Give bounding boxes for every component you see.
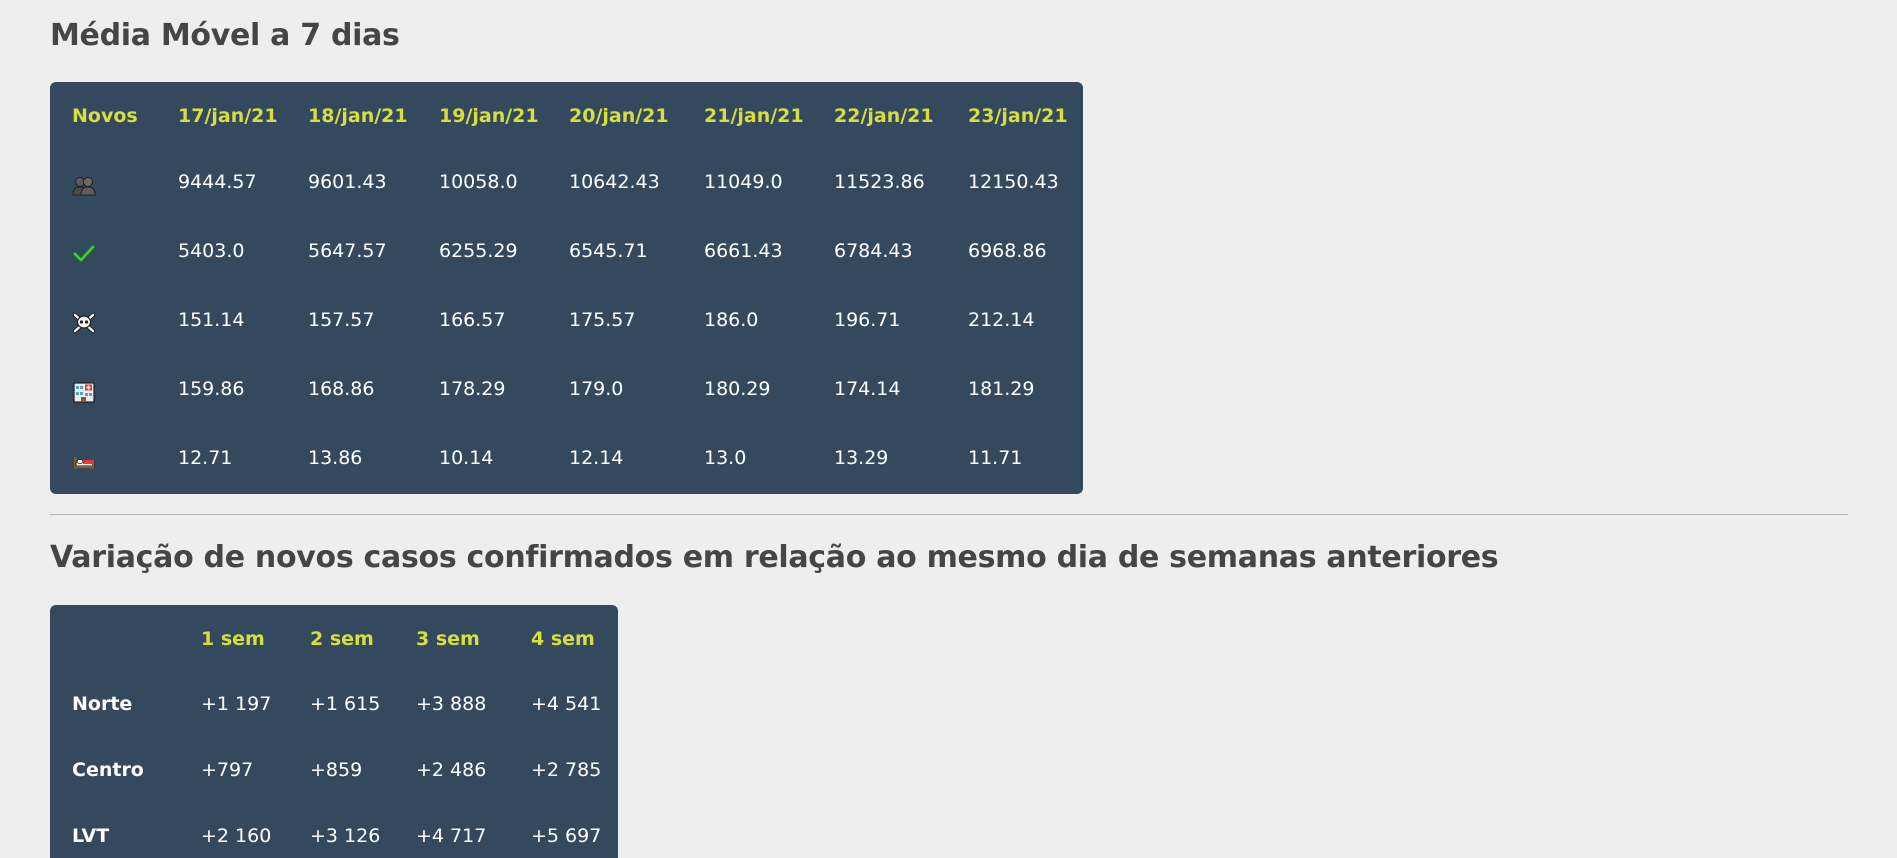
row-label-centro: Centro [72, 759, 144, 781]
bed-icon [72, 449, 96, 473]
table-cell: 196.71 [834, 309, 901, 331]
table-cell: +2 160 [201, 825, 272, 847]
table-header-date: 23/jan/21 [968, 105, 1068, 127]
row-label-norte: Norte [72, 693, 133, 715]
table-cell: 6545.71 [569, 240, 648, 262]
table-cell: +2 486 [416, 759, 487, 781]
table-cell: 6661.43 [704, 240, 783, 262]
table-cell: 9601.43 [308, 171, 387, 193]
table-cell: +3 126 [310, 825, 381, 847]
table-cell: 13.0 [704, 447, 747, 469]
table-cell: 159.86 [178, 378, 245, 400]
variacao-table: 1 sem 2 sem 3 sem 4 sem Norte +1 197 +1 … [50, 605, 618, 858]
table-cell: +4 717 [416, 825, 487, 847]
table-header-novos: Novos [72, 105, 138, 127]
table-cell: +859 [310, 759, 363, 781]
section-title-variacao: Variação de novos casos confirmados em r… [50, 540, 1499, 575]
table-cell: +797 [201, 759, 254, 781]
table-cell: 12.71 [178, 447, 233, 469]
table-cell: 175.57 [569, 309, 636, 331]
table-cell: 5647.57 [308, 240, 387, 262]
table-cell: 9444.57 [178, 171, 257, 193]
table-header-date: 22/jan/21 [834, 105, 934, 127]
table-cell: +4 541 [531, 693, 602, 715]
table-cell: 10058.0 [439, 171, 518, 193]
table-cell: 6968.86 [968, 240, 1047, 262]
table-header-week: 2 sem [310, 628, 374, 650]
table-cell: 174.14 [834, 378, 901, 400]
table-cell: +2 785 [531, 759, 602, 781]
table-cell: 13.86 [308, 447, 363, 469]
table-header-week: 4 sem [531, 628, 595, 650]
page: Média Móvel a 7 dias Novos 17/jan/21 18/… [0, 0, 1897, 858]
table-cell: 10.14 [439, 447, 494, 469]
table-cell: +5 697 [531, 825, 602, 847]
table-cell: 166.57 [439, 309, 506, 331]
table-header-week: 1 sem [201, 628, 265, 650]
section-divider [50, 514, 1848, 515]
table-cell: 178.29 [439, 378, 506, 400]
section-title-media-movel: Média Móvel a 7 dias [50, 18, 400, 53]
table-cell: +1 197 [201, 693, 272, 715]
table-header-date: 19/jan/21 [439, 105, 539, 127]
table-cell: 180.29 [704, 378, 771, 400]
table-cell: 12150.43 [968, 171, 1059, 193]
table-header-date: 18/jan/21 [308, 105, 408, 127]
hospital-icon [72, 380, 96, 404]
table-cell: 186.0 [704, 309, 759, 331]
table-cell: 151.14 [178, 309, 245, 331]
table-cell: 12.14 [569, 447, 624, 469]
table-cell: 6784.43 [834, 240, 913, 262]
table-cell: 6255.29 [439, 240, 518, 262]
row-label-lvt: LVT [72, 825, 110, 847]
table-cell: 11523.86 [834, 171, 925, 193]
table-header-date: 21/jan/21 [704, 105, 804, 127]
table-cell: 212.14 [968, 309, 1035, 331]
table-cell: 11.71 [968, 447, 1023, 469]
people-icon [72, 174, 96, 198]
table-cell: 13.29 [834, 447, 889, 469]
table-cell: 11049.0 [704, 171, 783, 193]
table-cell: +3 888 [416, 693, 487, 715]
table-cell: 10642.43 [569, 171, 660, 193]
skull-crossbones-icon [72, 311, 96, 335]
table-header-week: 3 sem [416, 628, 480, 650]
checkmark-icon [72, 242, 96, 266]
media-movel-table: Novos 17/jan/21 18/jan/21 19/jan/21 20/j… [50, 82, 1083, 494]
table-header-date: 17/jan/21 [178, 105, 278, 127]
table-cell: 168.86 [308, 378, 375, 400]
table-cell: 179.0 [569, 378, 624, 400]
table-header-date: 20/jan/21 [569, 105, 669, 127]
table-cell: 181.29 [968, 378, 1035, 400]
table-cell: 157.57 [308, 309, 375, 331]
table-cell: 5403.0 [178, 240, 245, 262]
table-cell: +1 615 [310, 693, 381, 715]
